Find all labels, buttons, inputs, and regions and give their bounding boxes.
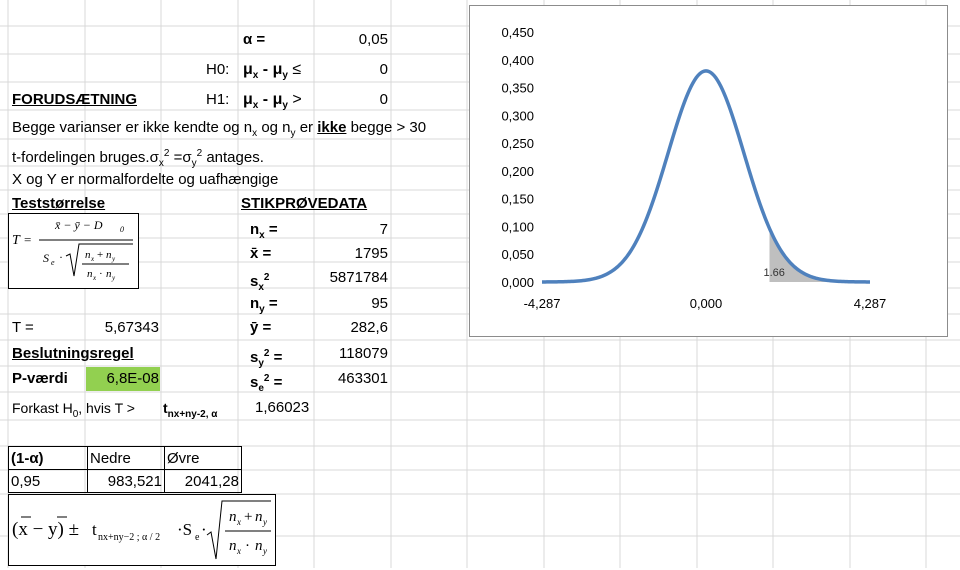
svg-text:x: x (236, 546, 241, 556)
svg-text:e: e (51, 258, 55, 267)
confidence-interval-table: (1-α) Nedre Øvre 0,95 983,521 2041,28 (8, 446, 242, 493)
sample-value[interactable]: 463301 (300, 369, 388, 389)
svg-text:+: + (97, 249, 103, 261)
svg-text:0: 0 (120, 225, 124, 234)
t-distribution-plot: 0,450 0,400 0,350 0,300 0,250 0,200 0,150 0,100… (501, 25, 887, 311)
assumption-heading: FORUDSÆTNING (12, 91, 137, 108)
svg-text:x: x (236, 517, 241, 527)
svg-text:y: y (111, 274, 116, 282)
y-tick-label: 0,450 (501, 25, 534, 40)
ci-header-lower: Nedre (87, 446, 165, 470)
sample-label: ny = (250, 295, 278, 315)
sample-data-heading: STIKPRØVEDATA (241, 195, 368, 212)
y-tick-label: 0,000 (501, 275, 534, 290)
y-tick-label: 0,250 (501, 136, 534, 151)
sample-label: se2 = (250, 373, 283, 394)
t-distribution-chart[interactable]: 0,450 0,400 0,350 0,300 0,250 0,200 0,150 0,100… (469, 5, 948, 337)
svg-text:y: y (262, 546, 267, 556)
p-value-label: P-værdi (12, 370, 68, 387)
h0-expression: μx - μy ≤ (243, 61, 302, 82)
svg-text:t: t (92, 520, 97, 539)
critical-value-label: 1.66 (764, 267, 785, 279)
x-tick-label: 0,000 (690, 296, 723, 311)
svg-text:·: · (99, 268, 103, 280)
confidence-interval-formula: (x − y) ± t nx+ny−2 ; α / 2 ·S e · nx + … (8, 494, 276, 566)
decision-rule-heading: Beslutningsregel (12, 345, 134, 362)
svg-text:x: x (92, 274, 97, 282)
ci-formula-graphic: (x − y) ± t nx+ny−2 ; α / 2 ·S e · nx + … (12, 500, 271, 560)
h1-expression: μx - μy > (243, 91, 302, 112)
test-statistic-formula: T = x̄ − ȳ − D 0 S e · nx + ny nx · ny (8, 213, 139, 289)
svg-text:e: e (195, 532, 200, 543)
y-tick-label: 0,300 (501, 108, 534, 123)
sample-value[interactable]: 118079 (300, 344, 388, 364)
svg-text:T: T (12, 233, 21, 248)
svg-text:n: n (255, 509, 263, 525)
ci-upper[interactable]: 2041,28 (164, 469, 242, 493)
x-tick-label: -4,287 (524, 296, 561, 311)
sample-value[interactable]: 1795 (300, 244, 388, 264)
y-tick-label: 0,150 (501, 192, 534, 207)
ci-level[interactable]: 0,95 (8, 469, 88, 493)
x-tick-label: 4,287 (854, 296, 887, 311)
reject-critical-t: tnx+ny-2, α (163, 400, 218, 420)
svg-text:x̄ − ȳ − D: x̄ − ȳ − D (54, 218, 103, 232)
h1-value[interactable]: 0 (300, 90, 388, 110)
svg-text:=: = (24, 232, 31, 247)
y-tick-label: 0,050 (501, 247, 534, 262)
h1-label: H1: (206, 91, 230, 108)
svg-text:·: · (245, 538, 250, 554)
p-value[interactable]: 6,8E-08 (85, 369, 159, 389)
y-tick-label: 0,350 (501, 81, 534, 96)
ci-header-level: (1-α) (8, 446, 88, 470)
assumption-line-1: Begge varianser er ikke kendte og nx og … (12, 119, 427, 139)
svg-text:x: x (90, 255, 95, 263)
table-row: 0,95 983,521 2041,28 (8, 469, 242, 493)
table-header-row: (1-α) Nedre Øvre (8, 446, 242, 470)
svg-text:y: y (111, 255, 116, 263)
svg-text:n: n (229, 509, 237, 525)
t-value[interactable]: 5,67343 (85, 318, 159, 338)
h0-value[interactable]: 0 (300, 60, 388, 80)
sample-label: ȳ = (250, 319, 272, 336)
svg-text:+: + (244, 509, 252, 525)
svg-text:·S: ·S (177, 520, 192, 539)
y-tick-label: 0,200 (501, 164, 534, 179)
svg-text:y: y (262, 517, 267, 527)
ci-header-upper: Øvre (164, 446, 242, 470)
density-curve (541, 69, 871, 284)
sample-value[interactable]: 282,6 (300, 318, 388, 338)
sample-value[interactable]: 95 (300, 294, 388, 314)
svg-text:·: · (201, 520, 207, 539)
reject-rule: Forkast H0, hvis T > (12, 400, 135, 420)
sample-label: nx = (250, 221, 278, 241)
h0-label: H0: (206, 61, 230, 78)
sample-value[interactable]: 7 (300, 220, 388, 240)
reject-critical-value[interactable]: 1,66023 (255, 398, 309, 418)
svg-text:n: n (229, 538, 237, 554)
y-tick-label: 0,100 (501, 219, 534, 234)
assumption-line-3: X og Y er normalfordelte og uafhængige (12, 171, 279, 188)
ci-lower[interactable]: 983,521 (87, 469, 165, 493)
svg-text:nx+ny−2 ; α / 2: nx+ny−2 ; α / 2 (98, 532, 160, 543)
svg-text:·: · (59, 250, 63, 264)
t-label: T = (12, 319, 34, 336)
teststat-heading: Teststørrelse (12, 195, 106, 212)
alpha-value[interactable]: 0,05 (300, 30, 388, 50)
y-tick-label: 0,400 (501, 53, 534, 68)
formula-graphic: T = x̄ − ȳ − D 0 S e · nx + ny nx · ny (12, 218, 133, 282)
sample-value[interactable]: 5871784 (300, 268, 388, 288)
svg-text:(x − y) ±: (x − y) ± (12, 519, 79, 540)
alpha-label: α = (243, 31, 266, 48)
svg-text:S: S (43, 251, 49, 265)
svg-text:n: n (255, 538, 263, 554)
sample-label: x̄ = (250, 245, 272, 262)
